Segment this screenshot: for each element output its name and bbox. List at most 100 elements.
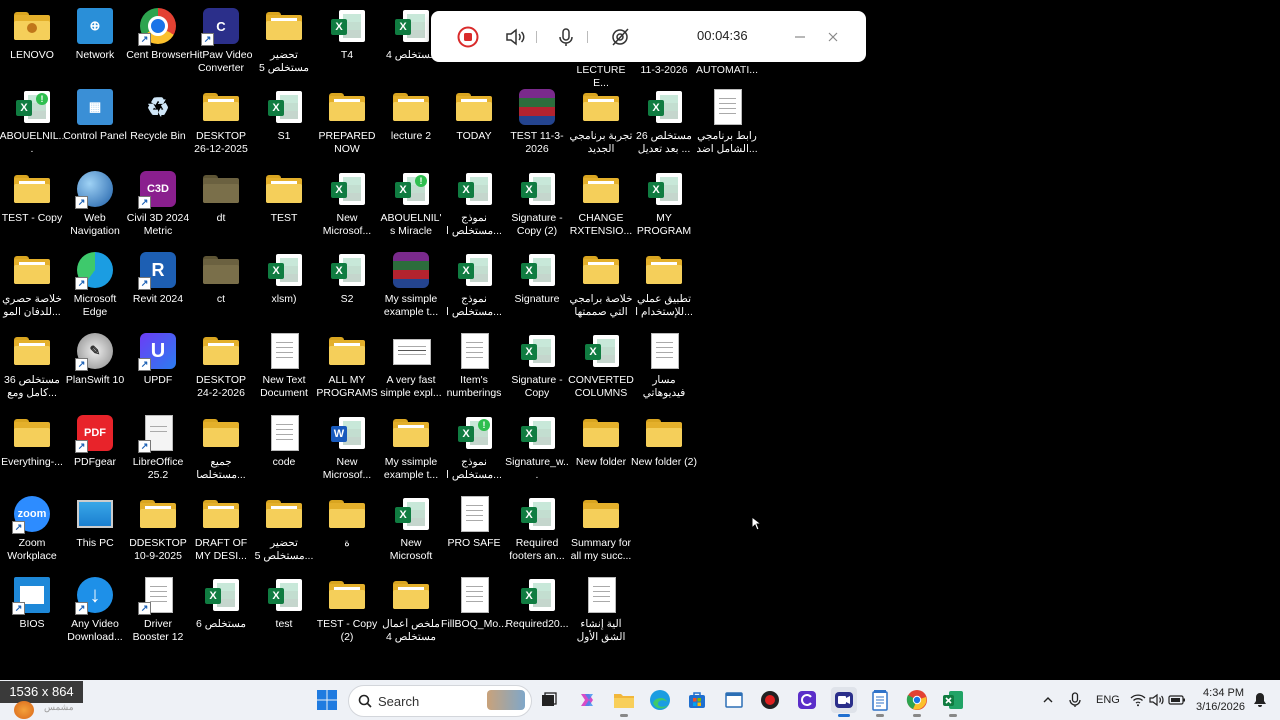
desktop-icon[interactable]: DDESKTOP 10-9-2025 — [125, 488, 191, 568]
desktop-icon[interactable]: جميع مستخلصا... — [188, 407, 254, 487]
desktop-icon[interactable]: ct — [188, 244, 254, 324]
desktop-icon[interactable]: ⊕ Network — [62, 0, 128, 80]
desktop-icon[interactable]: ↗ Driver Booster 12 — [125, 569, 191, 649]
microphone-tray-button[interactable] — [1062, 687, 1088, 713]
davinci-button[interactable] — [757, 687, 783, 713]
desktop-icon[interactable]: X مستخلص 26 بعد تعديل ... — [631, 81, 697, 161]
desktop-icon-label[interactable]: 11-3-2026 — [631, 64, 697, 77]
desktop-icon[interactable]: X! ABOUELNIL... GENERATO... — [0, 81, 65, 161]
desktop-icon[interactable]: W New Microsof... — [314, 407, 380, 487]
desktop-icon[interactable]: X MY PROGRAM — [631, 163, 697, 243]
desktop-icon[interactable]: ↗ Microsoft Edge — [62, 244, 128, 324]
desktop-icon[interactable]: DESKTOP 26-12-2025 — [188, 81, 254, 161]
desktop-icon[interactable]: PDF ↗ PDFgear — [62, 407, 128, 487]
desktop-icon[interactable]: X نموذج مستخلص ا... — [441, 244, 507, 324]
desktop-icon[interactable]: X T4 — [314, 0, 380, 80]
desktop-icon[interactable]: X Signature_w... — [504, 407, 570, 487]
desktop-icon[interactable]: تطبيق عملي للإستخدام ا... — [631, 244, 697, 324]
desktop-icon[interactable]: LENOVO — [0, 0, 65, 80]
close-button[interactable] — [820, 24, 846, 50]
desktop-icon[interactable]: ▦ Control Panel — [62, 81, 128, 161]
desktop-icon[interactable]: مسار فيديوهاتي — [631, 325, 697, 405]
desktop-icon[interactable]: مستخلص 36 كامل ومع... — [0, 325, 65, 405]
desktop-icon[interactable]: C ↗ HitPaw Video Converter — [188, 0, 254, 80]
desktop-icon[interactable]: ALL MY PROGRAMS — [314, 325, 380, 405]
desktop-icon[interactable]: code — [251, 407, 317, 487]
desktop-icon[interactable]: FillBOQ_Mo... — [441, 569, 507, 649]
desktop-icon[interactable]: ✎ ↗ PlanSwift 10 — [62, 325, 128, 405]
desktop-icon[interactable]: تحضير مستخلص 5... — [251, 488, 317, 568]
desktop-icon[interactable]: ♻ Recycle Bin — [125, 81, 191, 161]
file-explorer-button[interactable] — [611, 687, 637, 717]
microphone-button[interactable] — [553, 24, 579, 50]
desktop-icon[interactable]: TEST - Copy — [0, 163, 65, 243]
clock-time[interactable]: 4:34 PM — [1198, 687, 1244, 699]
desktop-icon[interactable]: PREPARED NOW — [314, 81, 380, 161]
desktop-icon[interactable]: رابط برنامجي الشامل اضد... — [694, 81, 760, 161]
notifications-button[interactable] — [1247, 687, 1273, 713]
desktop-icon[interactable]: TODAY — [441, 81, 507, 161]
desktop-icon[interactable]: X New Microsof... — [314, 163, 380, 243]
desktop-icon[interactable]: X! ABOUELNIL's Miracle Aut... — [378, 163, 444, 243]
desktop-icon[interactable]: X Signature - Copy (2) — [504, 163, 570, 243]
desktop-icon[interactable]: X S1 — [251, 81, 317, 161]
desktop-icon[interactable]: TEST 11-3-2026 — [504, 81, 570, 161]
desktop-icon[interactable]: تجربة برنامجي الجديد — [568, 81, 634, 161]
desktop-icon[interactable]: X S2 — [314, 244, 380, 324]
desktop-icon[interactable]: New Text Document — [251, 325, 317, 405]
desktop-icon[interactable]: تحضير مستخلص 5 — [251, 0, 317, 80]
language-indicator[interactable]: ENG — [1096, 694, 1120, 706]
desktop-icon[interactable]: New folder — [568, 407, 634, 487]
excel-taskbar-button[interactable] — [940, 687, 966, 717]
desktop-icon[interactable]: ↗ Web Navigation — [62, 163, 128, 243]
desktop-icon[interactable]: ة — [314, 488, 380, 568]
taskbar-search[interactable]: Search — [348, 685, 532, 717]
desktop-icon[interactable]: zoom ↗ Zoom Workplace — [0, 488, 65, 568]
desktop-icon[interactable]: ملخص أعمال مستخلص 4 — [378, 569, 444, 649]
desktop-icon[interactable]: X Signature - Copy — [504, 325, 570, 405]
notepad-button[interactable] — [867, 687, 893, 717]
desktop-icon[interactable]: ↗ LibreOffice 25.2 — [125, 407, 191, 487]
desktop-icon[interactable]: DESKTOP 24-2-2026 — [188, 325, 254, 405]
system-audio-button[interactable] — [502, 24, 528, 50]
camera-off-button[interactable] — [607, 24, 633, 50]
desktop-icon[interactable]: TEST - Copy (2) — [314, 569, 380, 649]
task-view-button[interactable] — [536, 687, 562, 713]
desktop-icon[interactable]: lecture 2 — [378, 81, 444, 161]
desktop-icon[interactable]: PRO SAFE — [441, 488, 507, 568]
desktop-icon[interactable]: C3D ↗ Civil 3D 2024 Metric — [125, 163, 191, 243]
desktop-icon[interactable]: dt — [188, 163, 254, 243]
desktop-icon[interactable]: Xtest — [251, 569, 317, 649]
desktop-icon[interactable]: CHANGE RXTENSIO... — [568, 163, 634, 243]
desktop-icon[interactable]: Everything-... — [0, 407, 65, 487]
desktop-icon[interactable]: X Required footers an... — [504, 488, 570, 568]
desktop-icon-label[interactable]: LECTURE E... — [568, 64, 634, 90]
desktop-icon[interactable]: X نموذج مستخلص ا... — [441, 163, 507, 243]
stop-record-button[interactable] — [455, 24, 481, 50]
desktop-icon[interactable]: R ↗ Revit 2024 — [125, 244, 191, 324]
desktop-icon[interactable]: Summary for all my succ... — [568, 488, 634, 568]
desktop-icon[interactable]: TEST — [251, 163, 317, 243]
desktop-icon[interactable]: This PC — [62, 488, 128, 568]
desktop-icon[interactable]: X مستخلص 6 — [188, 569, 254, 649]
desktop-icon[interactable]: آلية إنشاء الشق الأول (ا... — [568, 569, 634, 649]
desktop-icon[interactable]: خلاصة برامجي التي صممتها — [568, 244, 634, 324]
app-window-button[interactable] — [721, 687, 747, 713]
clock-date[interactable]: 3/16/2026 — [1196, 701, 1245, 713]
battery-button[interactable] — [1164, 687, 1190, 713]
desktop-icon[interactable]: X Required20... — [504, 569, 570, 649]
desktop-icon[interactable]: خلاصة حصري للدفان المو... — [0, 244, 65, 324]
desktop-icon[interactable]: X New Microsoft Ex... — [378, 488, 444, 568]
edge-button[interactable] — [647, 687, 673, 713]
copilot-button[interactable] — [574, 687, 600, 713]
desktop-icon[interactable]: Xxlsm) — [251, 244, 317, 324]
desktop-icon[interactable]: ↗ BIOS — [0, 569, 65, 649]
desktop-icon[interactable]: Item's numberings — [441, 325, 507, 405]
store-button[interactable] — [684, 687, 710, 713]
show-hidden-icons-button[interactable] — [1035, 687, 1061, 713]
desktop-icon[interactable]: A very fast simple expl... — [378, 325, 444, 405]
chrome-button[interactable] — [904, 687, 930, 717]
desktop-icon[interactable]: DRAFT OF MY DESI... — [188, 488, 254, 568]
desktop-icon[interactable]: My ssimple example t... — [378, 407, 444, 487]
desktop-icon[interactable]: ↗ Cent Browser — [125, 0, 191, 80]
